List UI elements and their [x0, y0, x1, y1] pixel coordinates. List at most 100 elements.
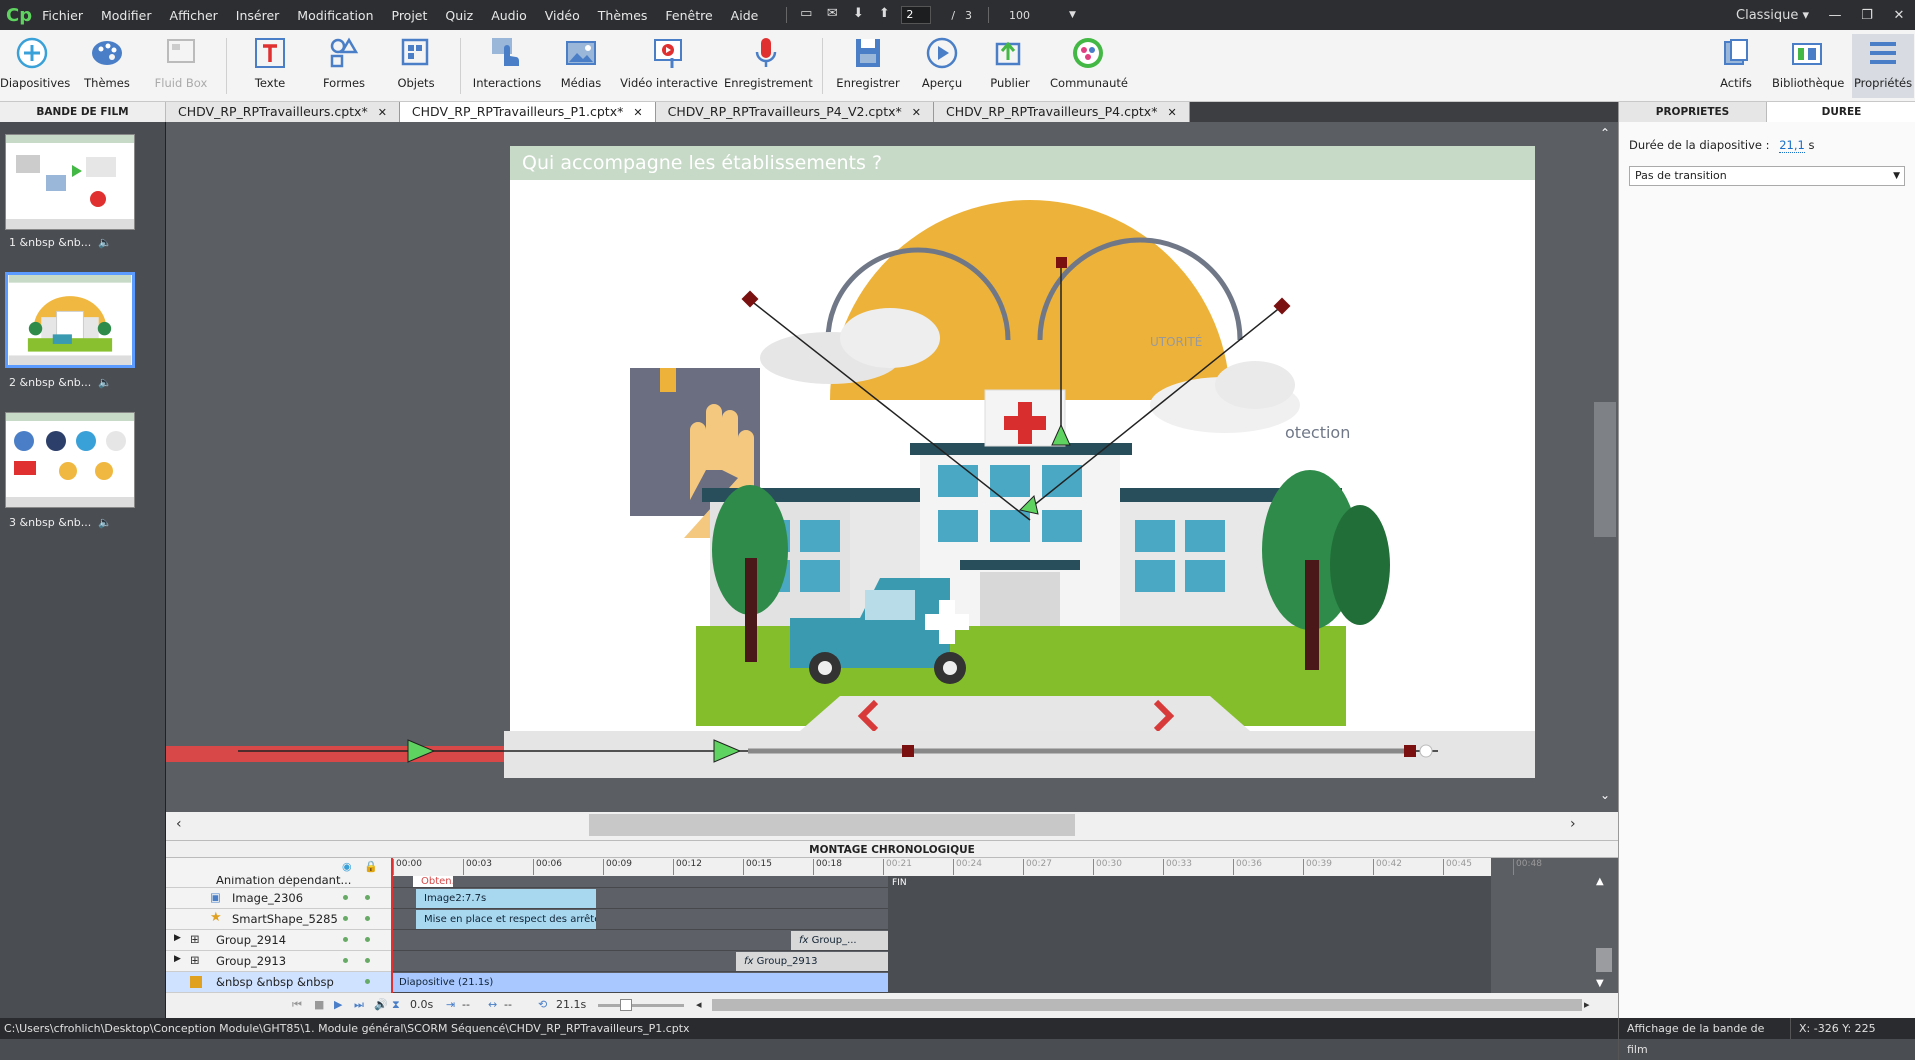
slide-thumbnail-1[interactable] — [5, 134, 135, 230]
last-frame-icon[interactable]: ⏭ — [354, 998, 364, 1012]
tab-close-icon[interactable]: ✕ — [633, 106, 642, 119]
workspace-selector[interactable]: Classique ▾ — [1736, 8, 1819, 23]
scroll-right-icon[interactable]: ▸ — [1584, 998, 1590, 1011]
menu-afficher[interactable]: Afficher — [170, 8, 218, 23]
timeline-bar-group-2913[interactable]: fx Group_2913 — [736, 952, 888, 971]
slide-duration-input[interactable]: 21,1 — [1779, 138, 1805, 153]
vertical-scroll-thumb[interactable] — [1594, 402, 1616, 537]
eye-icon[interactable]: ◉ — [342, 860, 352, 873]
timeline-bar-animation[interactable]: Obten... — [413, 876, 453, 887]
tab-duration[interactable]: DUREE — [1767, 102, 1915, 122]
scroll-up-icon[interactable]: ▲ — [1596, 876, 1604, 887]
zoom-slider[interactable] — [598, 1004, 684, 1007]
first-frame-icon[interactable]: ⏮ — [292, 998, 302, 1012]
menu-projet[interactable]: Projet — [392, 8, 428, 23]
slide-canvas[interactable]: Qui accompagne les établissements ? UTOR… — [238, 146, 1535, 778]
interactions-button[interactable]: Interactions — [470, 34, 544, 98]
arrow-down-icon[interactable]: ⬇ — [849, 6, 867, 24]
horizontal-scroll-thumb[interactable] — [589, 814, 1075, 836]
slides-button[interactable]: Diapositives — [0, 34, 70, 98]
timeline-scroll-thumb[interactable] — [1596, 948, 1612, 972]
close-icon[interactable]: ✕ — [1883, 8, 1915, 23]
page-number-input[interactable]: 2 — [901, 6, 932, 24]
timeline-horizontal-scroll-thumb[interactable] — [712, 999, 1582, 1011]
lock-icon[interactable]: 🔒 — [364, 860, 378, 873]
menu-fenetre[interactable]: Fenêtre — [665, 8, 712, 23]
menu-aide[interactable]: Aide — [731, 8, 759, 23]
shapes-button[interactable]: Formes — [312, 34, 376, 98]
community-button[interactable]: Communauté — [1050, 34, 1128, 98]
menu-modification[interactable]: Modification — [297, 8, 373, 23]
library-button[interactable]: Bibliothèque — [1772, 34, 1844, 98]
preview-button[interactable]: Aperçu — [912, 34, 972, 98]
fluidbox-button[interactable]: Fluid Box — [150, 34, 212, 98]
timeline-row-image[interactable]: ▣ Image_2306 — [166, 888, 391, 909]
tab-close-icon[interactable]: ✕ — [1167, 106, 1176, 119]
menu-video[interactable]: Vidéo — [545, 8, 580, 23]
timeline-row-group-2914[interactable]: ▶ ⊞ Group_2914 — [166, 930, 391, 951]
slide-title[interactable]: Qui accompagne les établissements ? — [510, 146, 1535, 180]
timeline-ruler[interactable]: 00:00 00:03 00:06 00:09 00:12 00:15 00:18 00:21… — [391, 858, 1542, 876]
timeline-bar-smartshape[interactable]: Mise en place et respect des arrêtés ... — [416, 910, 596, 929]
tab-document-2[interactable]: CHDV_RP_RPTravailleurs_P1.cptx* ✕ — [399, 102, 656, 122]
slide-thumbnail-2[interactable] — [5, 272, 135, 368]
transition-select[interactable]: Pas de transition ▼ — [1629, 166, 1905, 186]
scroll-right-icon[interactable]: › — [1570, 816, 1576, 832]
timeline-bar-group-2914[interactable]: fx Group_... — [791, 931, 888, 950]
themes-button[interactable]: Thèmes — [78, 34, 136, 98]
scroll-left-icon[interactable]: ‹ — [176, 816, 182, 832]
media-button[interactable]: Médias — [552, 34, 610, 98]
scroll-down-icon[interactable]: ▼ — [1596, 978, 1604, 989]
text-button[interactable]: Texte — [240, 34, 300, 98]
assets-button[interactable]: Actifs — [1710, 34, 1762, 98]
scroll-up-icon[interactable]: ⌃ — [1596, 126, 1614, 144]
mail-icon[interactable]: ✉ — [823, 6, 841, 24]
interactive-video-button[interactable]: Vidéo interactive — [620, 34, 718, 98]
tab-document-4[interactable]: CHDV_RP_RPTravailleurs_P4.cptx* ✕ — [934, 102, 1190, 122]
tab-close-icon[interactable]: ✕ — [378, 106, 387, 119]
timeline-row-group-2913[interactable]: ▶ ⊞ Group_2913 — [166, 951, 391, 972]
timeline-vertical-scrollbar[interactable]: ▲ ▼ — [1592, 858, 1618, 993]
menu-inserer[interactable]: Insérer — [236, 8, 280, 23]
hospital-illustration[interactable]: UTORITÉ otection — [510, 180, 1535, 731]
zoom-slider-thumb[interactable] — [620, 999, 632, 1011]
tab-document-3[interactable]: CHDV_RP_RPTravailleurs_P4_V2.cptx* ✕ — [655, 102, 935, 122]
timeline-row-smartshape[interactable]: ★ SmartShape_5285 — [166, 909, 391, 930]
timeline-bar-image[interactable]: Image2:7.7s — [416, 889, 596, 908]
slide-thumbnail-3[interactable] — [5, 412, 135, 508]
menu-audio[interactable]: Audio — [491, 8, 527, 23]
arrow-up-icon[interactable]: ⬆ — [875, 6, 893, 24]
menu-fichier[interactable]: Fichier — [42, 8, 83, 23]
scroll-left-icon[interactable]: ◂ — [696, 998, 702, 1011]
minimize-icon[interactable]: — — [1819, 8, 1851, 23]
expand-icon[interactable]: ▶ — [174, 954, 181, 964]
stop-icon[interactable]: ■ — [314, 998, 324, 1011]
menu-quiz[interactable]: Quiz — [445, 8, 473, 23]
scroll-down-icon[interactable]: ⌄ — [1596, 788, 1614, 806]
stage-vertical-scrollbar[interactable]: ⌃ ⌄ — [1592, 122, 1618, 812]
tab-document-1[interactable]: CHDV_RP_RPTravailleurs.cptx* ✕ — [166, 102, 400, 122]
save-button[interactable]: Enregistrer — [832, 34, 904, 98]
properties-button[interactable]: Propriétés — [1852, 34, 1914, 98]
zoom-dropdown-icon[interactable]: ▼ — [1069, 10, 1076, 20]
ruler-tick-label: 00:24 — [953, 859, 982, 875]
playhead[interactable] — [391, 858, 393, 993]
motion-path-line[interactable] — [238, 736, 1528, 766]
objects-button[interactable]: Objets — [386, 34, 446, 98]
publish-button[interactable]: Publier — [980, 34, 1040, 98]
expand-icon[interactable]: ▶ — [174, 933, 181, 943]
timeline-bar-slide[interactable]: Diapositive (21.1s) — [391, 973, 888, 992]
menu-themes[interactable]: Thèmes — [598, 8, 648, 23]
stage-horizontal-scrollbar[interactable]: ‹ › — [166, 812, 1618, 840]
play-icon[interactable]: ▶ — [334, 998, 342, 1011]
restore-icon[interactable]: ❐ — [1851, 8, 1883, 23]
zoom-value[interactable]: 100 — [1009, 9, 1069, 22]
recording-button[interactable]: Enregistrement — [724, 34, 813, 98]
menu-modifier[interactable]: Modifier — [101, 8, 152, 23]
timeline-row-animation[interactable]: Animation dépendant... — [166, 876, 391, 888]
timeline-row-slide[interactable]: &nbsp &nbsp &nbsp Qui ... — [166, 972, 391, 993]
tab-properties[interactable]: PROPRIETES — [1619, 102, 1767, 122]
comment-icon[interactable]: ▭ — [797, 6, 815, 24]
volume-icon[interactable]: 🔊 — [374, 998, 388, 1011]
tab-close-icon[interactable]: ✕ — [912, 106, 921, 119]
